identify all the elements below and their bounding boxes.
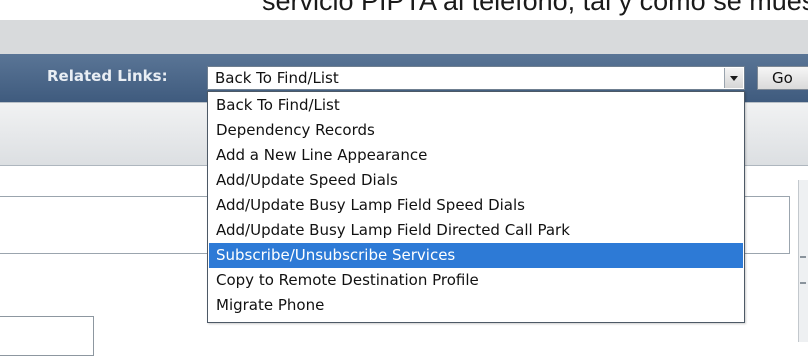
related-links-select[interactable]: Back To Find/List xyxy=(207,66,745,90)
option-add-update-blf-speed-dials[interactable]: Add/Update Busy Lamp Field Speed Dials xyxy=(209,193,743,218)
scrollbar-tick xyxy=(800,282,806,284)
scrollbar-tick xyxy=(800,256,806,258)
chevron-down-icon[interactable] xyxy=(724,68,743,88)
caption-strip: servicio PIPTA al teléfono, tal y como s… xyxy=(0,0,808,20)
go-button[interactable]: Go xyxy=(757,66,808,90)
caption-text: servicio PIPTA al teléfono, tal y como s… xyxy=(262,0,808,16)
option-subscribe-unsubscribe-services[interactable]: Subscribe/Unsubscribe Services xyxy=(209,243,743,268)
option-add-update-blf-directed-call-park[interactable]: Add/Update Busy Lamp Field Directed Call… xyxy=(209,218,743,243)
option-add-new-line-appearance[interactable]: Add a New Line Appearance xyxy=(209,143,743,168)
scrollbar[interactable] xyxy=(798,180,808,342)
option-copy-to-remote-destination-profile[interactable]: Copy to Remote Destination Profile xyxy=(209,268,743,293)
option-back-to-find-list[interactable]: Back To Find/List xyxy=(209,93,743,118)
related-links-dropdown-list: Back To Find/List Dependency Records Add… xyxy=(207,91,745,323)
option-dependency-records[interactable]: Dependency Records xyxy=(209,118,743,143)
related-links-selected-value: Back To Find/List xyxy=(215,69,339,87)
top-band xyxy=(0,20,808,54)
option-add-update-speed-dials[interactable]: Add/Update Speed Dials xyxy=(209,168,743,193)
form-field-box xyxy=(0,316,94,356)
option-migrate-phone[interactable]: Migrate Phone xyxy=(209,293,743,318)
related-links-label: Related Links: xyxy=(47,67,168,85)
